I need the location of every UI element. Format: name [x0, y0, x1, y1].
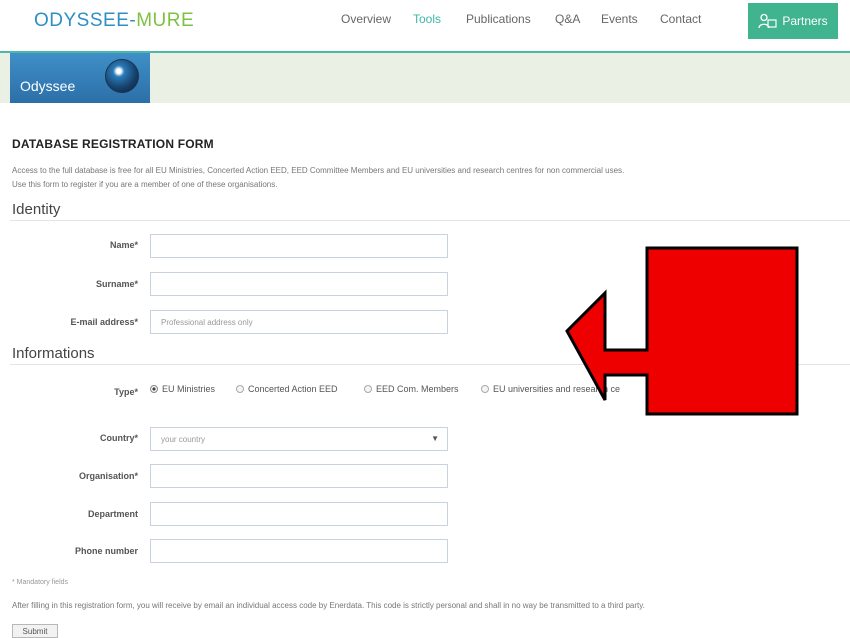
identity-heading: Identity — [12, 201, 61, 218]
radio-unselected-icon — [481, 385, 489, 393]
email-input[interactable]: Professional address only — [150, 310, 448, 334]
type-label: Type* — [114, 387, 138, 397]
nav-overview[interactable]: Overview — [341, 12, 391, 26]
form-description-line2: Use this form to register if you are a m… — [12, 180, 278, 189]
identity-divider — [10, 220, 850, 221]
partners-button[interactable]: Partners — [748, 3, 838, 39]
submit-button[interactable]: Submit — [12, 624, 58, 638]
partners-label: Partners — [782, 14, 828, 28]
type-radio-eu-ministries[interactable]: EU Ministries — [150, 384, 215, 394]
brand-text-mure: MURE — [136, 10, 195, 31]
radio-unselected-icon — [364, 385, 372, 393]
phone-input[interactable] — [150, 539, 448, 563]
dropdown-caret-icon: ▼ — [431, 434, 439, 443]
surname-label: Surname* — [95, 279, 138, 289]
brand-text-odyssee: ODYSSEE- — [34, 10, 137, 31]
brand-logo[interactable]: ODYSSEE-MURE — [34, 10, 194, 32]
odyssee-logo[interactable]: Odyssee — [10, 53, 150, 103]
type-radio-concerted-action[interactable]: Concerted Action EED — [236, 384, 338, 394]
nav-contact[interactable]: Contact — [660, 12, 701, 26]
phone-label: Phone number — [74, 546, 138, 556]
type-option-label: EED Com. Members — [376, 384, 459, 394]
organisation-label: Organisation* — [78, 471, 138, 481]
mandatory-fields-note: * Mandatory fields — [12, 579, 69, 586]
type-option-label: Concerted Action EED — [248, 384, 338, 394]
radio-selected-icon — [150, 385, 158, 393]
form-description-line1: Access to the full database is free for … — [12, 166, 625, 175]
informations-heading: Informations — [12, 345, 95, 362]
email-label: E-mail address* — [70, 317, 138, 327]
globe-icon — [105, 59, 139, 93]
organisation-input[interactable] — [150, 464, 448, 488]
country-label: Country* — [100, 433, 138, 443]
nav-qa[interactable]: Q&A — [555, 12, 580, 26]
department-input[interactable] — [150, 502, 448, 526]
type-option-label: EU Ministries — [162, 384, 216, 394]
nav-events[interactable]: Events — [601, 12, 638, 26]
name-label: Name* — [109, 240, 138, 250]
red-arrow-annotation — [565, 246, 799, 416]
country-value: your country — [161, 435, 206, 444]
email-placeholder: Professional address only — [161, 318, 253, 327]
people-icon — [758, 13, 777, 29]
radio-unselected-icon — [236, 385, 244, 393]
country-select[interactable]: your country ▼ — [150, 427, 448, 451]
arrow-left-icon — [565, 246, 799, 416]
page-title: DATABASE REGISTRATION FORM — [12, 137, 214, 151]
logo-text: Odyssee — [20, 78, 76, 94]
name-input[interactable] — [150, 234, 448, 258]
department-label: Department — [87, 509, 138, 519]
top-navigation-bar: ODYSSEE-MURE Overview Tools Publications… — [0, 0, 850, 52]
surname-input[interactable] — [150, 272, 448, 296]
type-radio-eed-com-members[interactable]: EED Com. Members — [364, 384, 459, 394]
nav-publications[interactable]: Publications — [466, 12, 531, 26]
nav-tools[interactable]: Tools — [413, 12, 441, 26]
access-code-note: After filling in this registration form,… — [12, 601, 645, 610]
